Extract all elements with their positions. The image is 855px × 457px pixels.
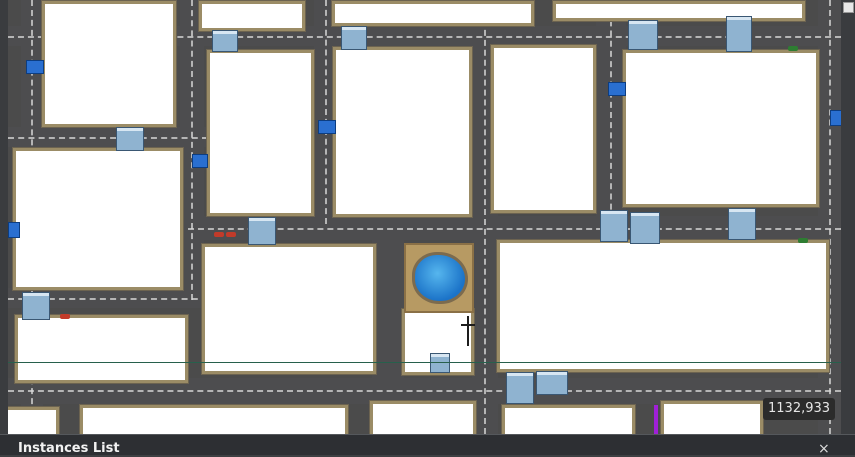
- right-edge-strip: [841, 0, 855, 434]
- city-block[interactable]: [373, 404, 473, 434]
- city-block[interactable]: [556, 4, 802, 18]
- building[interactable]: [506, 372, 534, 404]
- close-icon[interactable]: ×: [818, 442, 830, 456]
- city-block[interactable]: [505, 408, 632, 434]
- city-block[interactable]: [8, 410, 56, 434]
- blue-sign: [192, 154, 208, 168]
- scroll-arrow-icon[interactable]: [843, 2, 854, 13]
- city-block[interactable]: [500, 243, 826, 369]
- lane-marking: [8, 390, 841, 392]
- blue-sign: [318, 120, 336, 134]
- blue-sign: [8, 222, 20, 238]
- city-block[interactable]: [335, 4, 531, 23]
- road-vertical: [372, 235, 404, 395]
- building[interactable]: [600, 210, 628, 242]
- blue-sign: [608, 82, 626, 96]
- car: [798, 238, 808, 243]
- city-block[interactable]: [16, 151, 180, 287]
- building[interactable]: [341, 26, 367, 50]
- building[interactable]: [728, 208, 756, 240]
- building[interactable]: [628, 20, 658, 50]
- coordinate-readout: 1132,933: [763, 398, 836, 420]
- building[interactable]: [22, 292, 50, 320]
- building[interactable]: [116, 127, 144, 151]
- map-viewport[interactable]: 1132,933: [8, 0, 843, 434]
- city-block[interactable]: [45, 4, 173, 124]
- lane-marking: [325, 0, 327, 224]
- city-block[interactable]: [210, 53, 311, 213]
- building[interactable]: [630, 212, 660, 244]
- left-edge-strip: [0, 0, 8, 434]
- building[interactable]: [726, 16, 752, 52]
- instances-panel-header[interactable]: Instances List ×: [0, 434, 855, 456]
- placement-cursor-tick: [461, 324, 475, 326]
- pond: [412, 252, 468, 304]
- guide-line: [8, 362, 841, 363]
- city-block[interactable]: [205, 247, 373, 371]
- building[interactable]: [248, 217, 276, 245]
- lane-marking: [8, 137, 208, 139]
- city-block[interactable]: [664, 404, 760, 434]
- lane-marking: [484, 0, 486, 434]
- building[interactable]: [430, 353, 450, 373]
- city-block[interactable]: [626, 53, 816, 204]
- lane-marking: [191, 0, 193, 300]
- city-block[interactable]: [494, 48, 593, 210]
- city-block[interactable]: [202, 4, 302, 28]
- car: [60, 314, 70, 319]
- placement-cursor: [467, 316, 469, 346]
- panel-title: Instances List: [18, 441, 120, 456]
- selection-marker: [654, 405, 658, 434]
- city-block[interactable]: [83, 408, 345, 434]
- blue-sign: [26, 60, 44, 74]
- building[interactable]: [536, 371, 568, 395]
- city-block[interactable]: [336, 50, 469, 214]
- car: [788, 46, 798, 51]
- building[interactable]: [212, 30, 238, 52]
- car: [214, 232, 224, 237]
- lane-marking: [829, 0, 831, 434]
- car: [226, 232, 236, 237]
- city-block[interactable]: [18, 318, 185, 380]
- lane-marking: [610, 0, 612, 230]
